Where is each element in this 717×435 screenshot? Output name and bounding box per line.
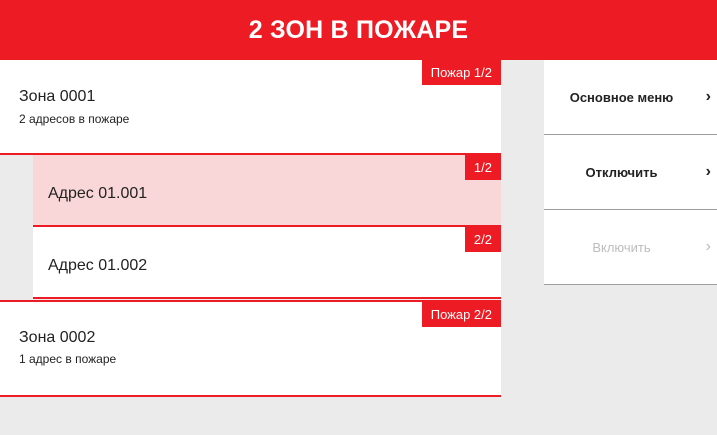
zone-item-0002[interactable]: Пожар 2/2 Зона 0002 1 адрес в пожаре xyxy=(0,300,501,397)
address-label: Адрес 01.001 xyxy=(48,185,148,202)
side-menu: Основное меню › Отключить › Включить › xyxy=(544,60,717,285)
header-title: 2 ЗОН В ПОЖАРЕ xyxy=(248,15,469,44)
header-banner: 2 ЗОН В ПОЖАРЕ xyxy=(0,0,717,60)
chevron-right-icon: › xyxy=(705,88,711,105)
menu-item-label: Отключить xyxy=(585,164,658,180)
address-indent-strip xyxy=(0,153,33,300)
zone-title: Зона 0002 xyxy=(19,329,96,346)
fire-badge: Пожар 1/2 xyxy=(421,60,501,85)
zone-item-0001[interactable]: Пожар 1/2 Зона 0001 2 адресов в пожаре xyxy=(0,60,501,153)
address-label: Адрес 01.002 xyxy=(48,257,148,274)
disable-button[interactable]: Отключить › xyxy=(544,135,717,210)
address-item-01-001[interactable]: 1/2 Адрес 01.001 xyxy=(33,153,501,227)
enable-button[interactable]: Включить › xyxy=(544,210,717,285)
main-menu-button[interactable]: Основное меню › xyxy=(544,60,717,135)
zone-subtitle: 1 адрес в пожаре xyxy=(19,352,117,366)
address-badge: 1/2 xyxy=(464,155,501,180)
menu-item-label: Включить xyxy=(592,239,651,255)
zone-title: Зона 0001 xyxy=(19,88,96,105)
fire-badge: Пожар 2/2 xyxy=(421,302,501,327)
zone-subtitle: 2 адресов в пожаре xyxy=(19,112,130,126)
chevron-right-icon: › xyxy=(705,163,711,180)
address-badge: 2/2 xyxy=(464,227,501,252)
chevron-right-icon: › xyxy=(705,238,711,255)
menu-item-label: Основное меню xyxy=(569,89,674,105)
address-item-01-002[interactable]: 2/2 Адрес 01.002 xyxy=(33,227,501,299)
